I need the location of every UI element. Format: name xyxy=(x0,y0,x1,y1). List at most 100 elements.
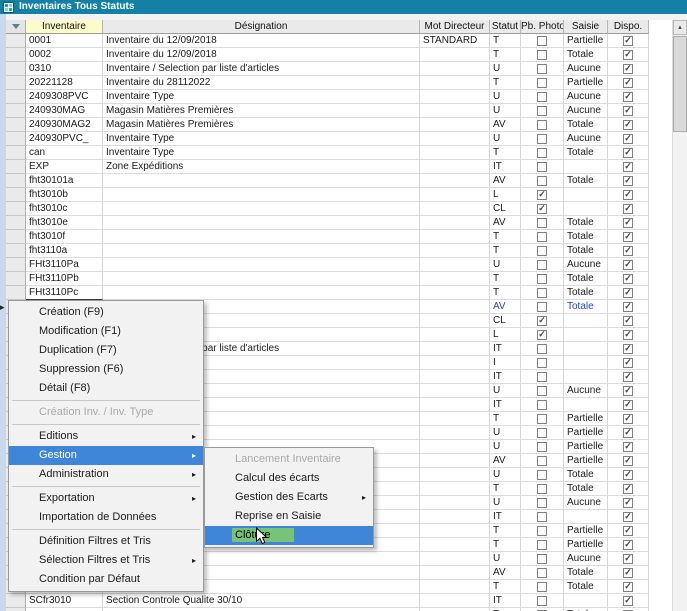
cell-mot-directeur[interactable] xyxy=(420,426,490,440)
table-row[interactable]: 240930PVC_ Inventaire Type U Aucune xyxy=(6,132,649,146)
pb-photo-checkbox[interactable] xyxy=(537,204,547,214)
row-selector[interactable] xyxy=(6,216,26,230)
table-row[interactable]: 0310 Inventaire / Selection par liste d'… xyxy=(6,62,649,76)
pb-photo-checkbox[interactable] xyxy=(537,456,547,466)
cell-designation[interactable]: Inventaire du 12/09/2018 xyxy=(103,48,420,62)
cell-saisie[interactable]: Totale xyxy=(564,174,608,188)
column-header-inventaire[interactable]: Inventaire xyxy=(26,20,103,34)
pb-photo-checkbox[interactable] xyxy=(537,596,547,606)
cell-mot-directeur[interactable] xyxy=(420,580,490,594)
cell-inventaire[interactable]: 0310 xyxy=(26,62,103,76)
cell-saisie[interactable]: Totale xyxy=(564,468,608,482)
cell-statut[interactable]: T xyxy=(490,286,521,300)
cell-designation[interactable] xyxy=(103,258,420,272)
cell-inventaire[interactable]: fht3010c xyxy=(26,202,103,216)
pb-photo-checkbox[interactable] xyxy=(537,498,547,508)
dispo-checkbox[interactable] xyxy=(623,596,633,606)
row-selector[interactable] xyxy=(6,594,26,608)
dispo-checkbox[interactable] xyxy=(623,134,633,144)
cell-designation[interactable]: Inventaire Type xyxy=(103,132,420,146)
cell-statut[interactable]: U xyxy=(490,62,521,76)
pb-photo-checkbox[interactable] xyxy=(537,470,547,480)
cell-statut[interactable]: CL xyxy=(490,202,521,216)
cell-statut[interactable]: U xyxy=(490,552,521,566)
cell-saisie[interactable] xyxy=(564,398,608,412)
cell-saisie[interactable]: Totale xyxy=(564,244,608,258)
cell-saisie[interactable]: Totale xyxy=(564,230,608,244)
column-header-statut[interactable]: Statut xyxy=(490,20,521,34)
cell-statut[interactable]: T xyxy=(490,482,521,496)
pb-photo-checkbox[interactable] xyxy=(537,64,547,74)
cell-mot-directeur[interactable] xyxy=(420,132,490,146)
cell-mot-directeur[interactable] xyxy=(420,370,490,384)
dispo-checkbox[interactable] xyxy=(623,176,633,186)
row-selector[interactable] xyxy=(6,160,26,174)
table-row[interactable]: 0001 Inventaire du 12/09/2018 STANDARD T… xyxy=(6,34,649,48)
cell-mot-directeur[interactable] xyxy=(420,398,490,412)
cell-designation[interactable] xyxy=(103,272,420,286)
pb-photo-checkbox[interactable] xyxy=(537,316,547,326)
cell-inventaire[interactable]: fht3010e xyxy=(26,216,103,230)
cell-mot-directeur[interactable] xyxy=(420,62,490,76)
cell-saisie[interactable] xyxy=(564,356,608,370)
scrollbar-thumb[interactable] xyxy=(673,36,687,132)
menu-item-definition-filtres-et-tris[interactable]: Définition Filtres et Tris xyxy=(9,532,203,551)
row-selector[interactable] xyxy=(6,104,26,118)
cell-saisie[interactable] xyxy=(564,342,608,356)
cell-saisie[interactable] xyxy=(564,328,608,342)
pb-photo-checkbox[interactable] xyxy=(537,428,547,438)
cell-saisie[interactable] xyxy=(564,202,608,216)
cell-statut[interactable]: U xyxy=(490,440,521,454)
dispo-checkbox[interactable] xyxy=(623,190,633,200)
pb-photo-checkbox[interactable] xyxy=(537,386,547,396)
table-row[interactable]: fht30101a AV Totale xyxy=(6,174,649,188)
cell-saisie[interactable]: Totale xyxy=(564,272,608,286)
row-selector[interactable] xyxy=(6,34,26,48)
table-row[interactable]: FHt3110Pb T Totale xyxy=(6,272,649,286)
cell-designation[interactable]: Inventaire / Selection par liste d'artic… xyxy=(103,62,420,76)
cell-saisie[interactable]: Totale xyxy=(564,566,608,580)
pb-photo-checkbox[interactable] xyxy=(537,134,547,144)
pb-photo-checkbox[interactable] xyxy=(537,148,547,158)
table-row[interactable]: fht3010e AV Totale xyxy=(6,216,649,230)
pb-photo-checkbox[interactable] xyxy=(537,484,547,494)
cell-statut[interactable]: U xyxy=(490,132,521,146)
cell-mot-directeur[interactable] xyxy=(420,202,490,216)
cell-mot-directeur[interactable] xyxy=(420,384,490,398)
row-selector[interactable] xyxy=(6,230,26,244)
dispo-checkbox[interactable] xyxy=(623,78,633,88)
cell-designation[interactable]: Inventaire Type xyxy=(103,90,420,104)
cell-inventaire[interactable]: 0002 xyxy=(26,48,103,62)
cell-statut[interactable]: AV xyxy=(490,300,521,314)
menu-item-gestion[interactable]: Gestion ▸ xyxy=(9,446,203,465)
cell-designation[interactable]: Inventaire du 28112022 xyxy=(103,76,420,90)
cell-statut[interactable]: T xyxy=(490,524,521,538)
column-header-designation[interactable]: Désignation xyxy=(103,20,420,34)
column-header-pb-photo[interactable]: Pb. Photo xyxy=(521,20,564,34)
menu-item-detail-f8[interactable]: Détail (F8) xyxy=(9,379,203,398)
dispo-checkbox[interactable] xyxy=(623,554,633,564)
dispo-checkbox[interactable] xyxy=(623,414,633,424)
cell-statut[interactable]: T xyxy=(490,244,521,258)
cell-saisie[interactable]: Aucune xyxy=(564,384,608,398)
cell-mot-directeur[interactable] xyxy=(420,524,490,538)
cell-statut[interactable]: CL xyxy=(490,314,521,328)
cell-statut[interactable]: U xyxy=(490,258,521,272)
table-row[interactable]: fht3010f T Totale xyxy=(6,230,649,244)
cell-designation[interactable]: Zone Expéditions xyxy=(103,160,420,174)
column-header-saisie[interactable]: Saisie xyxy=(564,20,608,34)
cell-saisie[interactable]: Totale xyxy=(564,482,608,496)
cell-inventaire[interactable]: 240930MAG2 xyxy=(26,118,103,132)
row-selector[interactable] xyxy=(6,244,26,258)
cell-statut[interactable]: AV xyxy=(490,118,521,132)
table-row[interactable]: 0002 Inventaire du 12/09/2018 T Totale xyxy=(6,48,649,62)
cell-statut[interactable]: U xyxy=(490,468,521,482)
cell-mot-directeur[interactable] xyxy=(420,412,490,426)
pb-photo-checkbox[interactable] xyxy=(537,288,547,298)
dispo-checkbox[interactable] xyxy=(623,120,633,130)
pb-photo-checkbox[interactable] xyxy=(537,36,547,46)
cell-inventaire[interactable]: FHt3110Pc xyxy=(26,286,103,300)
pb-photo-checkbox[interactable] xyxy=(537,176,547,186)
cell-saisie[interactable]: Totale xyxy=(564,580,608,594)
dispo-checkbox[interactable] xyxy=(623,260,633,270)
